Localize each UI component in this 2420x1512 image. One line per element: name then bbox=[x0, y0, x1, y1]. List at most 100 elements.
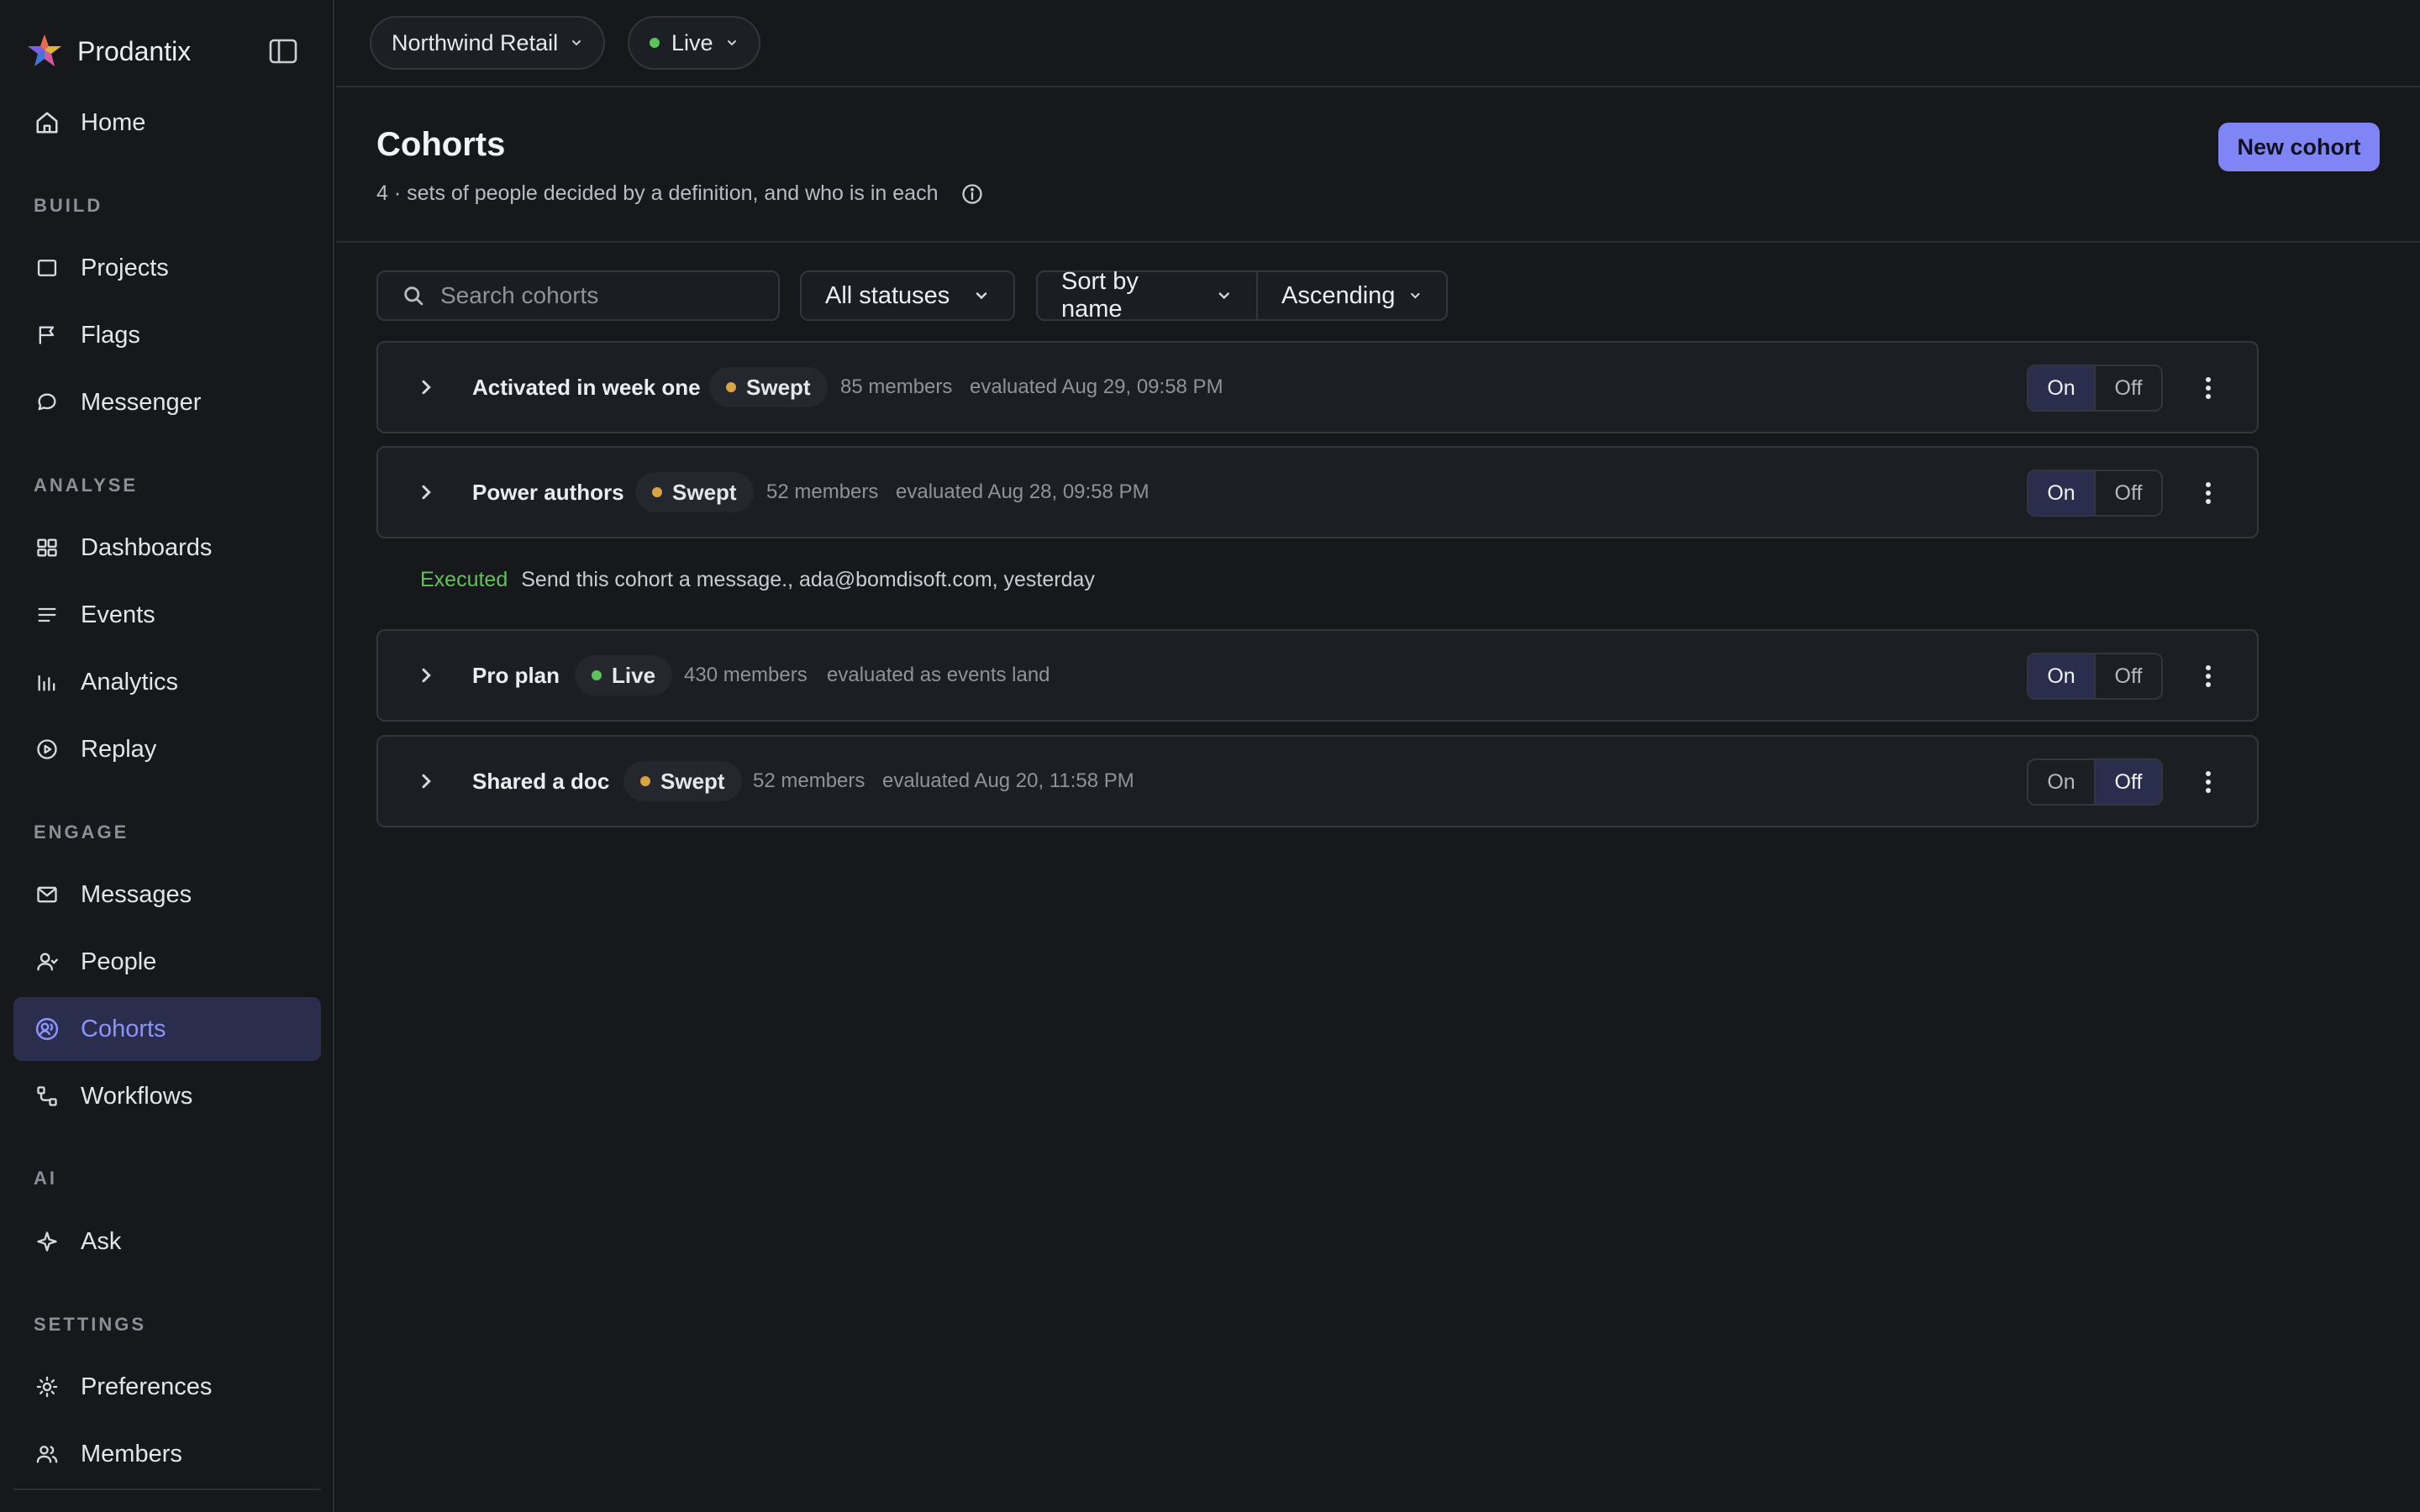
sidebar-item-replay[interactable]: Replay bbox=[13, 717, 321, 781]
status-badge: Swept bbox=[635, 472, 754, 512]
expand-row-button[interactable] bbox=[413, 480, 439, 505]
sidebar-item-workflows[interactable]: Workflows bbox=[13, 1064, 321, 1128]
toggle-on-option[interactable]: On bbox=[2028, 471, 2094, 515]
toggle-on-option[interactable]: On bbox=[2028, 366, 2094, 410]
enable-toggle[interactable]: On Off bbox=[2027, 470, 2163, 517]
evaluated-time: evaluated Aug 20, 11:58 PM bbox=[882, 769, 1134, 792]
cohort-row[interactable]: Pro plan Live 430 members evaluated as e… bbox=[376, 629, 2259, 722]
more-vertical-icon bbox=[2206, 771, 2211, 793]
sidebar-item-label: Projects bbox=[81, 254, 169, 281]
row-menu-button[interactable] bbox=[2193, 661, 2223, 691]
sort-by-value: Sort by name bbox=[1061, 268, 1139, 323]
status-badge-label: Swept bbox=[660, 768, 725, 794]
environment-status-dot bbox=[650, 38, 660, 48]
info-icon[interactable] bbox=[960, 182, 984, 206]
row-menu-button[interactable] bbox=[2193, 478, 2223, 508]
expand-row-button[interactable] bbox=[413, 663, 439, 688]
enable-toggle[interactable]: On Off bbox=[2027, 759, 2163, 806]
sidebar-item-label: Cohorts bbox=[81, 1015, 166, 1042]
cohort-name[interactable]: Power authors bbox=[472, 480, 624, 506]
toggle-off-option[interactable]: Off bbox=[2094, 760, 2161, 804]
toggle-off-option[interactable]: Off bbox=[2094, 471, 2161, 515]
sidebar: Prodantix Home BUILD Projects Flags Mess… bbox=[0, 0, 334, 1512]
status-dot bbox=[592, 670, 602, 680]
sidebar-item-members[interactable]: Members bbox=[13, 1422, 321, 1486]
app-name: Prodantix bbox=[77, 35, 192, 66]
row-menu-button[interactable] bbox=[2193, 373, 2223, 403]
page-title: Cohorts bbox=[376, 126, 506, 163]
topbar: Northwind Retail Live bbox=[336, 0, 2420, 87]
section-label-build: BUILD bbox=[34, 195, 103, 216]
sidebar-item-messages[interactable]: Messages bbox=[13, 863, 321, 927]
dashboard-icon bbox=[37, 538, 57, 557]
search-icon bbox=[404, 286, 424, 306]
cohort-row[interactable]: Activated in week one Swept 85 members e… bbox=[376, 341, 2259, 433]
status-dot bbox=[652, 487, 662, 497]
sidebar-item-cohorts[interactable]: Cohorts bbox=[13, 997, 321, 1061]
new-cohort-button[interactable]: New cohort bbox=[2218, 123, 2380, 171]
environment-selector[interactable]: Live bbox=[628, 16, 760, 70]
enable-toggle[interactable]: On Off bbox=[2027, 653, 2163, 700]
flag-icon bbox=[39, 326, 55, 344]
section-label-analyse: ANALYSE bbox=[34, 475, 139, 496]
sun-gear-icon bbox=[36, 1376, 58, 1398]
enable-toggle[interactable]: On Off bbox=[2027, 365, 2163, 412]
sidebar-item-label: Replay bbox=[81, 735, 157, 763]
sparkle-icon bbox=[37, 1231, 57, 1252]
list-icon bbox=[38, 607, 56, 622]
toggle-on-option[interactable]: On bbox=[2028, 760, 2094, 804]
evaluated-time: evaluated Aug 28, 09:58 PM bbox=[896, 480, 1150, 503]
sidebar-item-home[interactable]: Home bbox=[13, 91, 321, 155]
execution-status: Executed bbox=[420, 568, 508, 591]
sidebar-item-events[interactable]: Events bbox=[13, 583, 321, 647]
search-input[interactable] bbox=[440, 282, 760, 309]
users-icon bbox=[36, 1446, 58, 1463]
toggle-off-option[interactable]: Off bbox=[2094, 366, 2161, 410]
sidebar-item-analytics[interactable]: Analytics bbox=[13, 650, 321, 714]
chevron-right-icon bbox=[422, 380, 431, 395]
workspace-selector[interactable]: Northwind Retail bbox=[370, 16, 606, 70]
sidebar-item-label: Ask bbox=[81, 1227, 122, 1255]
sidebar-item-projects[interactable]: Projects bbox=[13, 236, 321, 300]
sidebar-item-label: Messages bbox=[81, 880, 192, 908]
sort-order-value: Ascending bbox=[1281, 281, 1396, 309]
workspace-name: Northwind Retail bbox=[392, 29, 559, 55]
member-count: 430 members bbox=[684, 664, 808, 686]
status-badge: Live bbox=[575, 655, 673, 696]
bar-chart-icon bbox=[38, 675, 55, 691]
status-badge-label: Swept bbox=[672, 479, 737, 505]
toggle-off-option[interactable]: Off bbox=[2094, 654, 2161, 698]
search-box[interactable] bbox=[376, 270, 780, 321]
cohort-row[interactable]: Shared a doc Swept 52 members evaluated … bbox=[376, 735, 2259, 827]
collapse-sidebar-button[interactable] bbox=[267, 35, 299, 67]
sort-by-select[interactable]: Sort by name bbox=[1036, 268, 1258, 323]
toggle-on-option[interactable]: On bbox=[2028, 654, 2094, 698]
cohort-row[interactable]: Power authors Swept 52 members evaluated… bbox=[376, 446, 2259, 538]
chevron-right-icon bbox=[422, 668, 431, 683]
sidebar-item-label: Members bbox=[81, 1440, 182, 1467]
chevron-down-icon bbox=[1219, 292, 1230, 300]
sidebar-item-people[interactable]: People bbox=[13, 930, 321, 994]
sidebar-toggle-icon bbox=[269, 39, 297, 64]
brand[interactable]: Prodantix bbox=[25, 32, 191, 71]
sidebar-item-label: Messenger bbox=[81, 388, 202, 416]
sidebar-item-label: People bbox=[81, 948, 157, 975]
sidebar-item-label: Home bbox=[81, 108, 146, 136]
cohort-name[interactable]: Pro plan bbox=[472, 663, 560, 689]
cohort-name[interactable]: Shared a doc bbox=[472, 769, 609, 795]
chevron-down-icon bbox=[727, 40, 736, 46]
sidebar-item-label: Analytics bbox=[81, 668, 179, 696]
sort-order-select[interactable]: Ascending bbox=[1256, 270, 1448, 321]
sidebar-item-ask[interactable]: Ask bbox=[13, 1210, 321, 1273]
sidebar-item-dashboards[interactable]: Dashboards bbox=[13, 516, 321, 580]
section-label-ai: AI bbox=[34, 1168, 57, 1189]
sidebar-item-flags[interactable]: Flags bbox=[13, 303, 321, 367]
cohort-name[interactable]: Activated in week one bbox=[472, 375, 701, 401]
expand-row-button[interactable] bbox=[413, 375, 439, 400]
environment-name: Live bbox=[671, 29, 713, 55]
sidebar-item-messenger[interactable]: Messenger bbox=[13, 370, 321, 434]
sidebar-item-preferences[interactable]: Preferences bbox=[13, 1355, 321, 1419]
expand-row-button[interactable] bbox=[413, 769, 439, 794]
row-menu-button[interactable] bbox=[2193, 767, 2223, 797]
status-filter-select[interactable]: All statuses bbox=[800, 270, 1015, 321]
